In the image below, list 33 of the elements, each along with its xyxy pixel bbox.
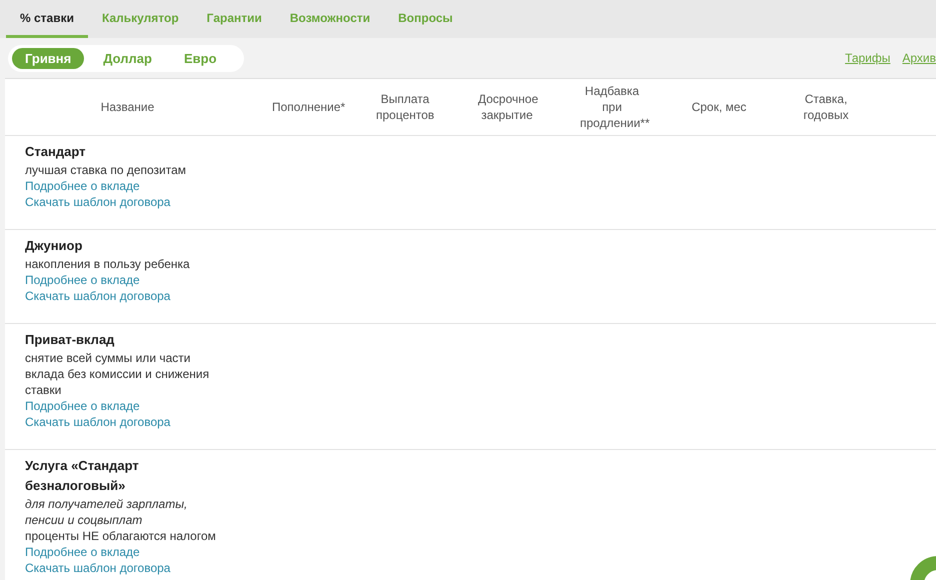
link[interactable]: Скачать шаблон договора: [25, 414, 170, 430]
deposit-title: Приват-вклад: [25, 331, 116, 349]
link[interactable]: Подробнее о вкладе: [25, 398, 140, 414]
link[interactable]: Архив: [902, 51, 936, 65]
tab[interactable]: Возможности: [276, 0, 384, 38]
tab[interactable]: Вопросы: [384, 0, 467, 38]
link[interactable]: Скачать шаблон договора: [25, 194, 170, 210]
column-header: Пополнение*: [271, 99, 346, 115]
currency-tab[interactable]: Евро: [170, 48, 230, 68]
link[interactable]: Тарифы: [845, 51, 890, 65]
column-header: Название: [100, 99, 156, 115]
deposit-description: проценты НЕ облагаются налогом: [25, 528, 217, 544]
deposit-title: Джуниор: [25, 237, 84, 255]
currency-tab[interactable]: Гривня: [12, 48, 84, 68]
deposit-title: Услуга «Стандарт безналоговый»: [25, 457, 140, 495]
link[interactable]: Подробнее о вкладе: [25, 544, 140, 560]
column-header: Выплата процентов: [375, 91, 436, 123]
link[interactable]: Скачать шаблон договора: [25, 560, 170, 576]
deposit-title: Стандарт: [25, 143, 86, 161]
deposit-description: накопления в пользу ребенка: [25, 256, 191, 272]
column-header: Досрочное закрытие: [477, 91, 540, 123]
tab[interactable]: Калькулятор: [88, 0, 193, 38]
currency-tab[interactable]: Доллар: [90, 48, 165, 68]
column-header: Надбавка при продлении**: [579, 83, 651, 131]
column-header: Срок, мес: [690, 99, 748, 115]
link[interactable]: Подробнее о вкладе: [25, 178, 140, 194]
column-header: Ставка, годовых: [802, 91, 850, 123]
tab[interactable]: Гарантии: [192, 0, 276, 38]
deposit-description: лучшая ставка по депозитам: [25, 162, 188, 178]
tab[interactable]: % ставки: [6, 0, 88, 38]
link[interactable]: Подробнее о вкладе: [25, 272, 140, 288]
link[interactable]: Скачать шаблон договора: [25, 288, 170, 304]
deposit-description: снятие всей суммы или части вклада без комиссии и снижения ставки: [25, 350, 210, 398]
